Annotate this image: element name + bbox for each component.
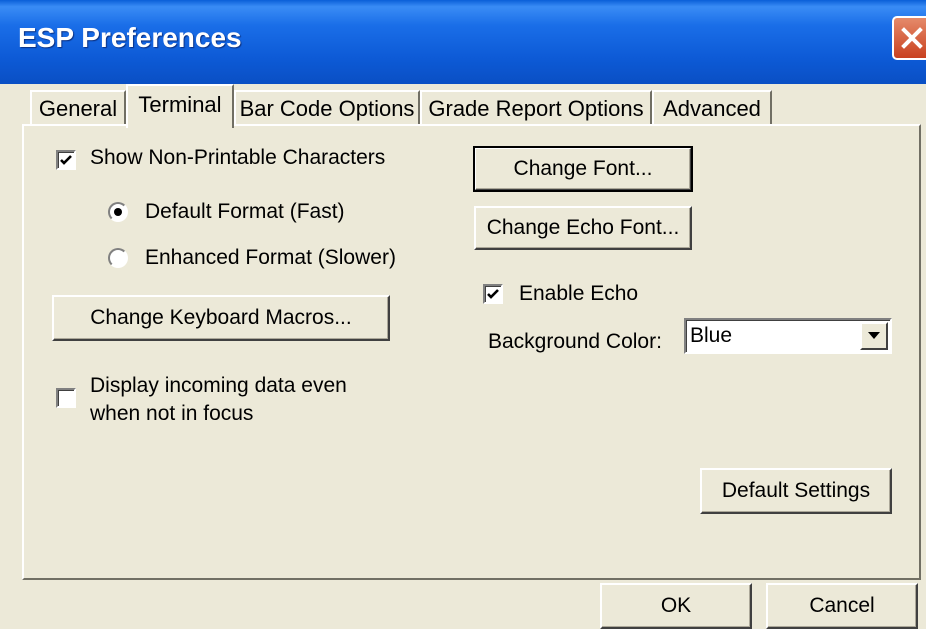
tab-grade-report-options[interactable]: Grade Report Options bbox=[420, 90, 652, 124]
display-incoming-label-line2[interactable]: when not in focus bbox=[90, 402, 253, 426]
change-keyboard-macros-button[interactable]: Change Keyboard Macros... bbox=[52, 295, 390, 341]
default-format-label[interactable]: Default Format (Fast) bbox=[145, 200, 345, 224]
display-incoming-checkbox[interactable] bbox=[56, 388, 76, 408]
background-color-select[interactable]: Blue bbox=[684, 318, 892, 354]
default-format-radio[interactable] bbox=[108, 202, 128, 222]
close-icon bbox=[901, 27, 923, 49]
background-color-value: Blue bbox=[690, 324, 733, 347]
preferences-dialog: ESP Preferences General Terminal Bar Cod… bbox=[0, 0, 926, 629]
change-font-button[interactable]: Change Font... bbox=[473, 146, 693, 192]
tab-advanced[interactable]: Advanced bbox=[652, 90, 772, 124]
checkmark-icon bbox=[60, 155, 72, 165]
enhanced-format-label[interactable]: Enhanced Format (Slower) bbox=[145, 246, 396, 270]
enhanced-format-radio[interactable] bbox=[108, 248, 128, 268]
ok-button[interactable]: OK bbox=[600, 583, 752, 629]
background-color-label: Background Color: bbox=[488, 330, 662, 353]
chevron-down-icon bbox=[868, 332, 880, 339]
tab-general[interactable]: General bbox=[30, 90, 126, 124]
tab-terminal[interactable]: Terminal bbox=[126, 84, 234, 128]
checkmark-icon bbox=[487, 289, 499, 299]
tab-bar-code-options[interactable]: Bar Code Options bbox=[234, 90, 420, 124]
change-echo-font-button[interactable]: Change Echo Font... bbox=[474, 206, 692, 250]
show-nonprintable-checkbox[interactable] bbox=[56, 150, 76, 170]
default-settings-button[interactable]: Default Settings bbox=[700, 468, 892, 514]
dropdown-button[interactable] bbox=[860, 322, 888, 350]
title-bar[interactable]: ESP Preferences bbox=[0, 0, 926, 84]
radio-selected-dot bbox=[114, 208, 122, 216]
window-title: ESP Preferences bbox=[18, 22, 242, 53]
display-incoming-label-line1[interactable]: Display incoming data even bbox=[90, 374, 347, 398]
show-nonprintable-label[interactable]: Show Non-Printable Characters bbox=[90, 146, 385, 170]
enable-echo-checkbox[interactable] bbox=[483, 284, 503, 304]
close-button[interactable] bbox=[892, 16, 926, 60]
cancel-button[interactable]: Cancel bbox=[766, 583, 918, 629]
enable-echo-label[interactable]: Enable Echo bbox=[519, 282, 638, 306]
